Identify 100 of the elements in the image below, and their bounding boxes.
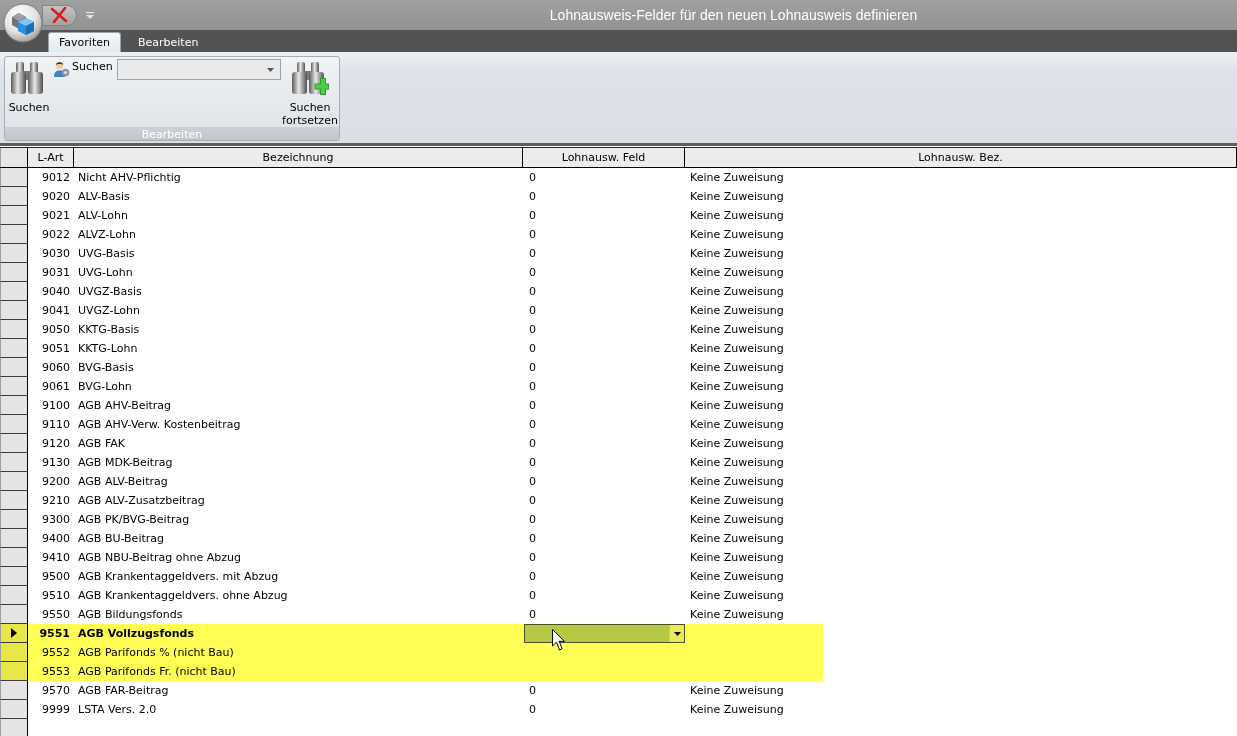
row-header-cell[interactable] — [0, 282, 28, 301]
row-header-cell[interactable] — [0, 168, 28, 187]
table-cell-text: UVGZ-Lohn — [77, 303, 142, 319]
table-cell-text: Keine Zuweisung — [689, 170, 785, 186]
table-cell-text: 9551 — [38, 626, 71, 642]
row-header-cell[interactable] — [0, 510, 28, 529]
search-button[interactable]: Suchen — [5, 57, 53, 114]
row-header-cell[interactable] — [0, 453, 28, 472]
row-header-cell[interactable] — [0, 263, 28, 282]
ribbon-tab[interactable]: Bearbeiten — [126, 32, 210, 52]
row-header-cell[interactable] — [0, 605, 28, 624]
table-cell-text: Keine Zuweisung — [689, 208, 785, 224]
table-cell-text: 9130 — [41, 455, 71, 471]
table-cell-text: 9410 — [41, 550, 71, 566]
row-header-cell[interactable] — [0, 320, 28, 339]
row-header-cell[interactable] — [0, 567, 28, 586]
table-cell-text: 0 — [528, 360, 537, 376]
row-header-cell[interactable] — [0, 529, 28, 548]
table-cell-text: BVG-Basis — [77, 360, 135, 376]
table-cell-text: 9061 — [41, 379, 71, 395]
row-header-cell[interactable] — [0, 643, 28, 662]
row-header-cell[interactable] — [0, 244, 28, 263]
table-cell-text: 9100 — [41, 398, 71, 414]
table-cell-text: UVGZ-Basis — [77, 284, 143, 300]
row-header-cell[interactable] — [0, 472, 28, 491]
selected-row-highlight[interactable]: 9551 AGB Vollzugsfonds — [28, 624, 823, 643]
table-cell-text: ALVZ-Lohn — [77, 227, 137, 243]
table-cell-text: 0 — [528, 265, 537, 281]
table-cell-text: UVG-Basis — [77, 246, 136, 262]
table-cell-text: BVG-Lohn — [77, 379, 133, 395]
binoculars-plus-icon — [291, 61, 329, 95]
row-header-cell[interactable] — [0, 681, 28, 700]
table-cell-text: 0 — [528, 436, 537, 452]
table-cell-text: UVG-Lohn — [77, 265, 134, 281]
table-cell-text: AGB BU-Beitrag — [77, 531, 165, 547]
table-cell-text: 9060 — [41, 360, 71, 376]
table-cell-text: LSTA Vers. 2.0 — [77, 702, 158, 718]
table-cell-text: 0 — [528, 531, 537, 547]
row-header-cell[interactable] — [0, 358, 28, 377]
selected-row-highlight[interactable]: 9553 AGB Parifonds Fr. (nicht Bau) — [28, 662, 823, 681]
table-cell-text: AGB Krankentaggeldvers. ohne Abzug — [77, 588, 289, 604]
table-cell-text: Keine Zuweisung — [689, 189, 785, 205]
row-header-cell[interactable] — [0, 396, 28, 415]
row-header-cell[interactable] — [0, 548, 28, 567]
table-cell-text: 9031 — [41, 265, 71, 281]
combo-field[interactable] — [524, 624, 685, 643]
table-cell-text: 9012 — [41, 170, 71, 186]
row-header-cell[interactable] — [0, 206, 28, 225]
table-cell-text: 9022 — [41, 227, 71, 243]
quick-access-button[interactable] — [42, 4, 77, 26]
table-cell-text: Keine Zuweisung — [689, 607, 785, 623]
dropdown-button[interactable] — [669, 625, 684, 642]
table-cell-text: 0 — [528, 493, 537, 509]
row-header-cell[interactable] — [0, 415, 28, 434]
row-header-cell[interactable] — [0, 434, 28, 453]
row-header-cell[interactable] — [0, 624, 28, 643]
search-combo-field[interactable] — [116, 59, 281, 80]
column-header[interactable]: Bezeichnung — [74, 148, 523, 167]
row-header-cell[interactable] — [0, 339, 28, 358]
row-header-cell[interactable] — [0, 662, 28, 681]
table-cell-text: Keine Zuweisung — [689, 265, 785, 281]
row-header-background — [0, 719, 28, 736]
table-cell-text: Keine Zuweisung — [689, 341, 785, 357]
column-header[interactable]: Lohnausw. Feld — [523, 148, 685, 167]
row-header-cell[interactable] — [0, 187, 28, 206]
row-header-cell[interactable] — [0, 225, 28, 244]
table-cell-text: Keine Zuweisung — [689, 550, 785, 566]
table-cell-text: 9300 — [41, 512, 71, 528]
table-cell-text: AGB ALV-Zusatzbeitrag — [77, 493, 206, 509]
caret-icon — [673, 631, 681, 636]
column-header[interactable]: Lohnausw. Bez. — [685, 148, 1237, 167]
table-cell-text: AGB Vollzugsfonds — [77, 626, 195, 642]
table-cell-text: 0 — [528, 284, 537, 300]
table-cell-text: 9510 — [41, 588, 71, 604]
table-cell-text: 0 — [528, 417, 537, 433]
table-cell-text: 0 — [528, 550, 537, 566]
table-cell-text: KKTG-Basis — [77, 322, 141, 338]
search-label: Suchen — [72, 60, 113, 73]
table-cell-text: 0 — [528, 208, 537, 224]
table-cell-text: 0 — [528, 683, 537, 699]
row-header-cell[interactable] — [0, 301, 28, 320]
search-next-button[interactable]: Suchen fortsetzen — [281, 57, 339, 127]
table-cell-text: Nicht AHV-Pflichtig — [77, 170, 182, 186]
table-cell-text: 0 — [528, 170, 537, 186]
table-cell-text: 0 — [528, 189, 537, 205]
table-cell-text: 9500 — [41, 569, 71, 585]
row-header-cell[interactable] — [0, 700, 28, 719]
row-header-cell[interactable] — [0, 586, 28, 605]
table-cell-text: 9553 — [41, 664, 71, 680]
table-cell-text: ALV-Basis — [77, 189, 131, 205]
column-header[interactable]: L-Art — [28, 148, 74, 167]
row-header-cell[interactable] — [0, 491, 28, 510]
ribbon-tab[interactable]: Favoriten — [48, 32, 121, 52]
window-title: Lohnausweis-Felder für den neuen Lohnausweis definieren — [548, 7, 919, 23]
caret-icon[interactable] — [266, 67, 274, 72]
table-cell-text: 0 — [528, 246, 537, 262]
row-header-cell[interactable] — [0, 377, 28, 396]
table-cell-text: AGB Bildungsfonds — [77, 607, 184, 623]
selected-row-highlight[interactable]: 9552 AGB Parifonds % (nicht Bau) — [28, 643, 823, 662]
table-cell-text: AGB Krankentaggeldvers. mit Abzug — [77, 569, 280, 585]
